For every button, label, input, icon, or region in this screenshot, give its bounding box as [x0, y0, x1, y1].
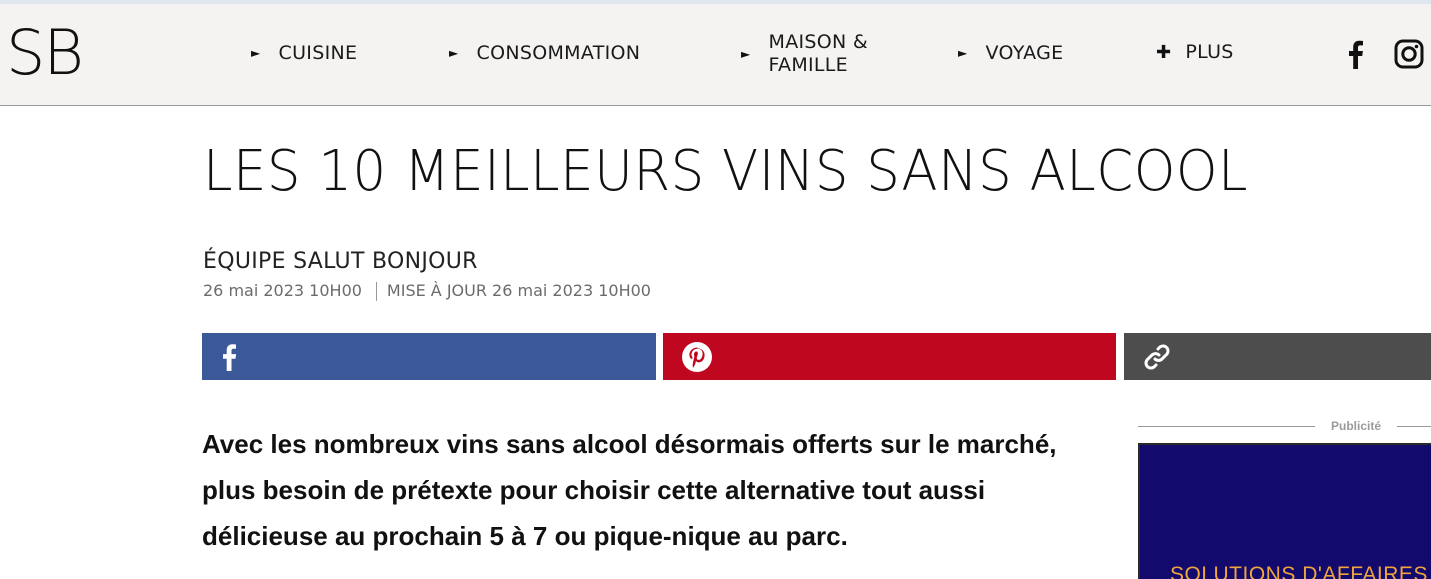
facebook-icon — [220, 342, 238, 372]
nav-item-consommation[interactable]: ► CONSOMMATION — [449, 42, 640, 64]
instagram-icon[interactable] — [1391, 34, 1427, 74]
nav-item-maison-famille[interactable]: ► MAISON & FAMILLE — [741, 31, 868, 77]
article-title: LES 10 MEILLEURS VINS SANS ALCOOL — [203, 139, 1249, 204]
nav-label: MAISON & FAMILLE — [768, 31, 869, 76]
date-divider — [375, 282, 377, 301]
ad-headline: SOLUTIONS D'AFFAIRES — [1170, 563, 1428, 579]
triangle-right-icon: ► — [449, 46, 459, 60]
article-author[interactable]: ÉQUIPE SALUT BONJOUR — [203, 249, 478, 274]
pinterest-icon — [681, 341, 713, 373]
share-facebook-button[interactable] — [202, 333, 656, 380]
share-pinterest-button[interactable] — [663, 333, 1116, 380]
published-date: 26 mai 2023 10H00 — [203, 281, 362, 300]
link-icon — [1142, 342, 1172, 372]
triangle-right-icon: ► — [741, 47, 751, 61]
nav-item-plus[interactable]: ✚ PLUS — [1156, 41, 1234, 63]
nav-label: VOYAGE — [985, 42, 1064, 64]
triangle-right-icon: ► — [251, 46, 261, 60]
site-header: SB ► CUISINE ► CONSOMMATION ► MAISON & F… — [0, 4, 1431, 106]
plus-icon: ✚ — [1156, 41, 1172, 63]
facebook-icon[interactable] — [1337, 34, 1373, 74]
nav-item-cuisine[interactable]: ► CUISINE — [251, 42, 357, 64]
ad-label-row: Publicité — [1138, 417, 1431, 435]
article-dates: 26 mai 2023 10H00 MISE À JOUR 26 mai 2023… — [203, 281, 651, 301]
nav-label: CONSOMMATION — [476, 42, 641, 64]
nav-label: PLUS — [1185, 41, 1234, 63]
triangle-right-icon: ► — [958, 46, 968, 60]
nav-item-voyage[interactable]: ► VOYAGE — [958, 42, 1063, 64]
site-logo[interactable]: SB — [6, 22, 84, 84]
updated-date: MISE À JOUR 26 mai 2023 10H00 — [386, 281, 651, 300]
nav-label: CUISINE — [278, 42, 358, 64]
divider — [1397, 425, 1431, 427]
divider — [1138, 425, 1315, 427]
advertisement[interactable]: SOLUTIONS D'AFFAIRES — [1138, 443, 1431, 579]
article-lead: Avec les nombreux vins sans alcool désor… — [202, 429, 1057, 551]
copy-link-button[interactable] — [1124, 333, 1431, 380]
ad-label: Publicité — [1330, 419, 1381, 433]
